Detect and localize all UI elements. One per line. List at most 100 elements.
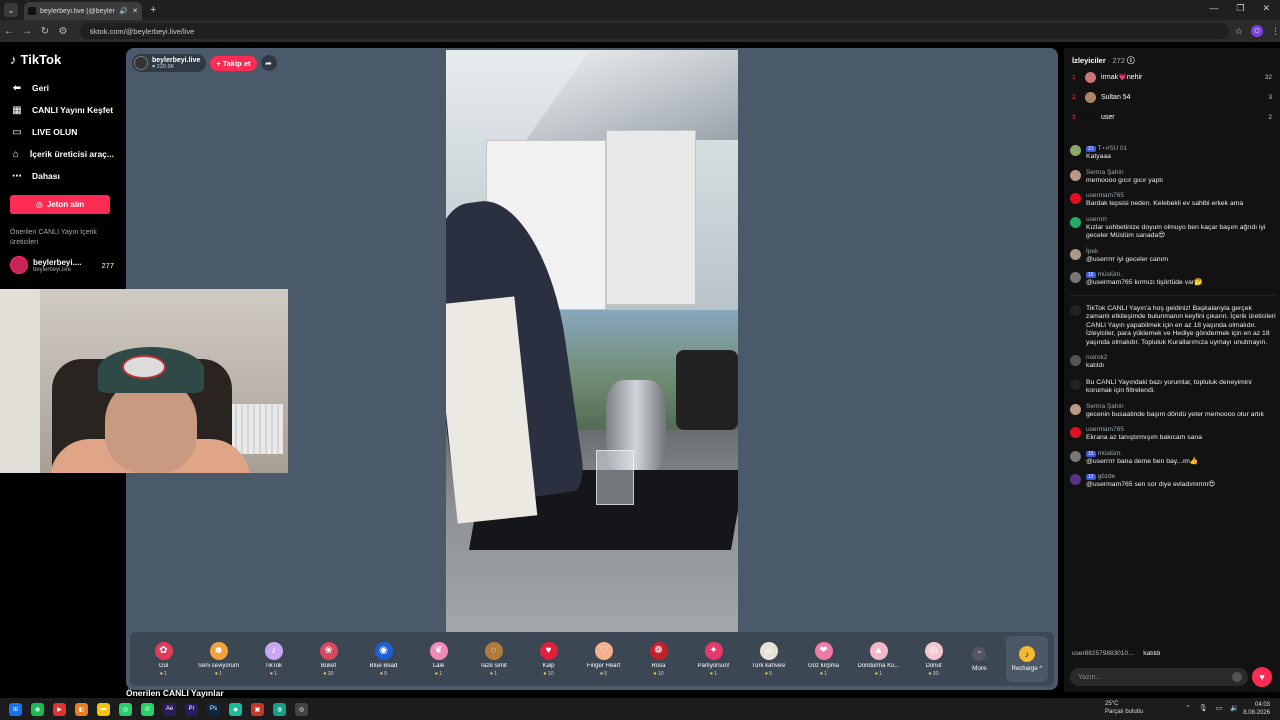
chat-input[interactable]: Yazın... — [1070, 668, 1248, 686]
chat-username[interactable]: userrrrr — [1086, 216, 1107, 223]
follow-button[interactable]: + Takip et — [210, 55, 257, 71]
nav-creator-tools[interactable]: ⌂ İçerik üreticisi araç... — [10, 143, 114, 165]
chat-message[interactable]: 12 gözde @usermam765 sen sor diye evladımm… — [1070, 473, 1276, 490]
file-explorer-icon[interactable]: ▬ — [97, 702, 110, 716]
tiktok-logo[interactable]: ♪ TikTok — [10, 52, 114, 67]
gift-item[interactable]: ☻ Seni seviyorum 1 — [191, 641, 246, 677]
chevron-up-icon[interactable]: ⌃ — [1185, 704, 1191, 712]
nav-go-live[interactable]: ▭ LIVE OLUN — [10, 121, 114, 143]
chat-message[interactable]: Semra Şahin memoooo gıcır gıcır yaptı — [1070, 169, 1276, 186]
gift-name: Buket — [320, 662, 337, 669]
forward-arrow-icon[interactable]: → — [18, 26, 36, 37]
whatsapp-icon[interactable]: ✆ — [141, 702, 154, 716]
chat-username[interactable]: müslüm. — [1098, 450, 1123, 457]
premiere-icon[interactable]: Pr — [185, 702, 198, 716]
minimize-icon[interactable]: — — [1209, 3, 1218, 14]
chat-message[interactable]: 15 müslüm. @usermam765 kırmızı tişörtüde v… — [1070, 271, 1276, 288]
like-heart-icon[interactable]: ♥ — [1252, 667, 1272, 687]
gift-item[interactable]: ❁ Rosa 10 — [631, 641, 686, 677]
weather-widget[interactable]: 25°C Parçalı bulutlu — [1105, 700, 1143, 716]
reload-icon[interactable]: ↻ — [36, 26, 54, 37]
share-icon[interactable]: ➦ — [260, 55, 277, 71]
media-app-icon[interactable]: ▶ — [53, 702, 66, 716]
speaker-icon[interactable]: 🔊 — [119, 7, 128, 15]
live-video[interactable] — [446, 50, 738, 632]
chat-message[interactable]: userrrrr Kızlar sohbetinize doyum olmuyo … — [1070, 216, 1276, 241]
photoshop-icon[interactable]: Ps — [207, 702, 220, 716]
chrome-icon[interactable]: ◎ — [119, 702, 132, 716]
gift-item[interactable]: ▲ Dondurma Kü... 1 — [851, 641, 906, 677]
spotify-icon[interactable]: ◉ — [31, 702, 44, 716]
gift-item[interactable]: ♪ TikTok 1 — [246, 641, 301, 677]
chat-username[interactable]: müslüm. — [1098, 271, 1123, 278]
chat-message[interactable]: İpek @userrrrr iyi geceler canım — [1070, 248, 1276, 265]
chat-username[interactable]: T⋆#SU 01 — [1098, 145, 1128, 152]
gift-item[interactable]: ◉ Blue Bead 5 — [356, 641, 411, 677]
emoji-icon[interactable] — [1232, 672, 1242, 682]
gift-item[interactable]: ❀ Buket 30 — [301, 641, 356, 677]
nav-explore-live[interactable]: ▦ CANLI Yayını Keşfet — [10, 99, 114, 121]
app-icon[interactable]: ◍ — [273, 702, 286, 716]
chat-message[interactable]: 21 T⋆#SU 01 Katyaaa — [1070, 144, 1276, 162]
chat-message[interactable]: usermam765 Ekrana az tanıştırmışım bakıca… — [1070, 426, 1276, 443]
chat-username[interactable]: noirok2 — [1086, 354, 1107, 361]
nav-more[interactable]: ⋯ Dahası — [10, 165, 114, 187]
viewers-title[interactable]: İzleyiciler · 272 ⓘ — [1072, 55, 1135, 66]
browser-menu-icon[interactable]: ⋮ — [1271, 26, 1280, 37]
network-icon[interactable]: ▭ — [1216, 704, 1223, 712]
chat-username[interactable]: gözde — [1098, 473, 1116, 480]
back-link[interactable]: ⬅ Geri — [10, 77, 114, 99]
info-icon[interactable]: ⓘ — [1127, 56, 1135, 65]
gift-item[interactable]: ❤ Göz kırpma 1 — [796, 641, 851, 677]
app-icon[interactable]: ◆ — [229, 702, 242, 716]
get-coins-button[interactable]: ◎ Jeton alın — [10, 195, 110, 214]
level-badge: 15 — [1086, 450, 1096, 457]
chat-username[interactable]: Semra Şahin — [1086, 403, 1124, 410]
chat-message[interactable]: noirok2 katıldı — [1070, 354, 1276, 371]
chat-username[interactable]: usermam765 — [1086, 426, 1124, 433]
chat-message[interactable]: Bu CANLI Yayındaki bazı yorumlar, toplul… — [1070, 378, 1276, 396]
close-window-icon[interactable]: ✕ — [1262, 3, 1270, 14]
chat-message-body: Semra Şahin memoooo gıcır gıcır yaptı — [1086, 169, 1276, 186]
top-viewer-row[interactable]: 2 Sultan 54 3 — [1072, 90, 1272, 104]
gift-item[interactable]: ♥ Kalp 10 — [521, 641, 576, 677]
chrome-active-icon[interactable]: ◎ — [295, 702, 308, 716]
chat-username[interactable]: Semra Şahin — [1086, 169, 1124, 176]
volume-icon[interactable]: 🔉 — [1230, 704, 1239, 712]
profile-avatar[interactable]: O — [1251, 25, 1263, 37]
chat-username[interactable]: İpek — [1086, 248, 1098, 255]
gift-item[interactable]: ◎ Donut 30 — [906, 641, 961, 677]
gift-item[interactable]: ♡ Finger Heart 5 — [576, 641, 631, 677]
back-arrow-icon[interactable]: ← — [0, 26, 18, 37]
chat-username[interactable]: usermam765 — [1086, 192, 1124, 199]
browser-tab[interactable]: beylerbeyi.live (@beylerbe 🔊 ✕ — [24, 2, 142, 20]
new-tab-icon[interactable]: + — [150, 4, 156, 16]
top-viewer-row[interactable]: 1 irmak💗nehir 32 — [1072, 70, 1272, 84]
gift-item[interactable]: ✦ Parlıyorsun! 1 — [686, 641, 741, 677]
windows-start-icon[interactable]: ⊞ — [9, 702, 22, 716]
maximize-icon[interactable]: ❐ — [1236, 3, 1244, 14]
suggested-creator-item[interactable]: beylerbeyi.... beylerbeyi.live 277 — [10, 256, 114, 274]
chat-message[interactable]: usermam765 Bardak tepsisi neden. Kelebekl… — [1070, 192, 1276, 209]
chat-message[interactable]: 15 müslüm. @userrrrr bana deme ben bay...ı… — [1070, 450, 1276, 467]
top-viewer-row[interactable]: 3 user 2 — [1072, 110, 1272, 124]
mic-icon[interactable]: 🎙 — [1199, 704, 1208, 712]
gift-item[interactable]: ✿ Gül 1 — [136, 641, 191, 677]
recharge-button[interactable]: ♪ Recharge ^ — [1005, 636, 1048, 682]
host-pill[interactable]: beylerbeyi.live ♥ 220.9K — [132, 54, 207, 72]
site-info-icon[interactable]: ⚙ — [54, 26, 72, 37]
more-gifts-button[interactable]: ⌃ More — [965, 646, 994, 672]
chat-message[interactable]: TikTok CANLI Yayın'a hoş geldiniz! Başka… — [1070, 304, 1276, 348]
url-field[interactable]: tiktok.com/@beylerbeyi.live/live — [79, 23, 1229, 39]
app-icon[interactable]: ▣ — [251, 702, 264, 716]
app-icon[interactable]: ◧ — [75, 702, 88, 716]
after-effects-icon[interactable]: Ae — [163, 702, 176, 716]
tab-search-icon[interactable]: ⌄ — [4, 3, 18, 17]
chat-message[interactable]: Semra Şahin gecenin busaatinde başım dönd… — [1070, 403, 1276, 420]
gift-item[interactable]: ◌ Taze simit 1 — [466, 641, 521, 677]
clock[interactable]: 04:03 8.08.2026 — [1240, 701, 1270, 717]
bookmark-star-icon[interactable]: ☆ — [1235, 26, 1243, 37]
gift-item[interactable]: ☕ Türk kahvesi 5 — [741, 641, 796, 677]
tab-close-icon[interactable]: ✕ — [132, 7, 138, 15]
gift-item[interactable]: ❦ Lale 1 — [411, 641, 466, 677]
